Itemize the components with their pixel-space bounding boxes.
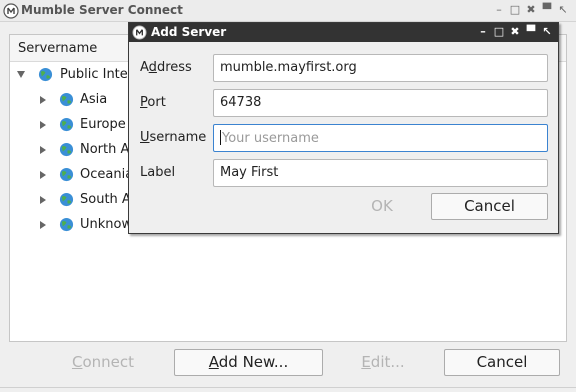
dialog-title: Add Server xyxy=(151,25,227,39)
tree-item-label: Public Inte xyxy=(60,67,128,82)
mumble-logo-icon xyxy=(132,25,147,40)
cancel-button[interactable]: Cancel xyxy=(444,349,560,376)
maximize-icon[interactable]: □ xyxy=(508,2,522,18)
label-label: Label xyxy=(140,165,176,180)
port-label: Port xyxy=(140,95,166,110)
tree-item-label: Oceania xyxy=(80,167,134,182)
shade-icon[interactable]: ▀ xyxy=(524,24,538,40)
edit-button[interactable]: Edit... xyxy=(309,349,457,376)
tree-item-label: South A xyxy=(80,192,131,207)
text-cursor xyxy=(220,130,221,145)
close-icon[interactable]: ✖ xyxy=(524,2,538,18)
dialog-window-controls: – □ ✖ ▀ ↖ xyxy=(476,24,554,40)
dialog-cancel-button[interactable]: Cancel xyxy=(431,193,548,220)
globe-icon xyxy=(59,167,74,182)
window-bottom-edge xyxy=(0,387,576,388)
shade-icon[interactable]: ▀ xyxy=(540,2,554,18)
expand-arrow-icon[interactable] xyxy=(40,121,46,129)
globe-icon xyxy=(59,117,74,132)
expand-arrow-icon[interactable] xyxy=(40,221,46,229)
globe-icon xyxy=(59,142,74,157)
globe-icon xyxy=(59,217,74,232)
maximize-icon[interactable]: □ xyxy=(492,24,506,40)
tree-item-label: Asia xyxy=(80,92,108,107)
add-new-button[interactable]: Add New... xyxy=(174,349,323,376)
expand-arrow-icon[interactable] xyxy=(40,171,46,179)
tree-item-label: Unknow xyxy=(80,217,133,232)
expand-arrow-icon[interactable] xyxy=(40,96,46,104)
address-label: Address xyxy=(140,60,192,75)
expand-arrow-icon[interactable] xyxy=(17,71,25,78)
username-placeholder: Your username xyxy=(222,131,319,146)
window-titlebar: Mumble Server Connect – □ ✖ ▀ ↖ xyxy=(0,0,576,22)
tree-item-label: Europe xyxy=(80,117,126,132)
add-server-dialog[interactable]: Add Server – □ ✖ ▀ ↖ Address mumble.mayf… xyxy=(128,22,559,234)
username-field[interactable]: Your username xyxy=(213,124,548,152)
globe-icon xyxy=(38,67,53,82)
window-title: Mumble Server Connect xyxy=(21,3,183,17)
minimize-icon[interactable]: – xyxy=(476,24,490,40)
label-field[interactable]: May First xyxy=(213,159,548,187)
pin-icon[interactable]: ↖ xyxy=(540,24,554,40)
ok-button[interactable]: OK xyxy=(315,193,449,220)
tree-item-label: North A xyxy=(80,142,130,157)
pin-icon[interactable]: ↖ xyxy=(556,2,570,18)
dialog-titlebar[interactable]: Add Server – □ ✖ ▀ ↖ xyxy=(129,23,558,42)
mumble-logo-icon xyxy=(3,3,19,19)
minimize-icon[interactable]: – xyxy=(492,2,506,18)
connect-button[interactable]: Connect xyxy=(30,349,176,376)
close-icon[interactable]: ✖ xyxy=(508,24,522,40)
globe-icon xyxy=(59,192,74,207)
address-field[interactable]: mumble.mayfirst.org xyxy=(213,54,548,82)
window-controls: – □ ✖ ▀ ↖ xyxy=(492,2,570,18)
username-label: Username xyxy=(140,130,207,145)
column-header-servername[interactable]: Servername xyxy=(18,41,97,56)
expand-arrow-icon[interactable] xyxy=(40,196,46,204)
globe-icon xyxy=(59,92,74,107)
expand-arrow-icon[interactable] xyxy=(40,146,46,154)
port-field[interactable]: 64738 xyxy=(213,89,548,117)
